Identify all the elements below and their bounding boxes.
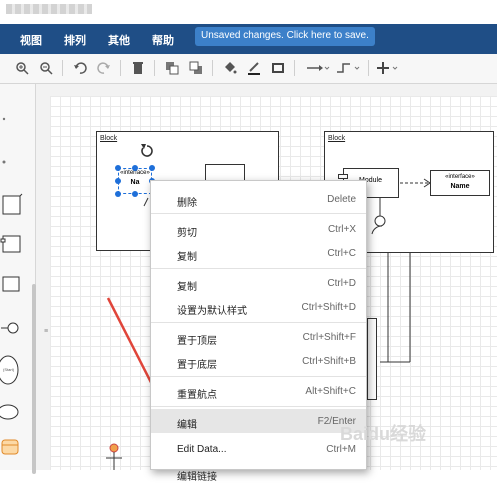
menu-arrange[interactable]: 排列 [64, 32, 86, 48]
menu-item-duplicate[interactable]: 复制 Ctrl+D [151, 271, 366, 295]
shape-component[interactable] [0, 235, 21, 253]
menu-item-label: 编辑链接 [177, 472, 217, 483]
menu-item-cut[interactable]: 剪切 Ctrl+X [151, 217, 366, 241]
shape-lollipop[interactable] [1, 322, 19, 334]
menu-item-clear-waypoints[interactable]: 重置航点 Alt+Shift+C [151, 379, 366, 403]
block-right-label: Block [328, 135, 346, 142]
menu-item-delete[interactable]: 删除 Delete [151, 187, 366, 211]
menu-separator [151, 322, 366, 323]
menu-item-label: 剪切 [177, 228, 197, 239]
menu-item-shortcut: Delete [327, 194, 356, 205]
connection-icon[interactable] [306, 60, 330, 76]
menu-view[interactable]: 视图 [20, 32, 42, 48]
watermark: Baidu经验 [340, 424, 427, 444]
menu-item-shortcut: Ctrl+C [327, 248, 356, 259]
shape-dot[interactable] [2, 160, 6, 164]
interface-right-name: Name [450, 183, 470, 190]
menu-item-shortcut: Ctrl+D [327, 278, 356, 289]
menu-item-label: 置于底层 [177, 360, 217, 371]
menu-item-label: 置于顶层 [177, 336, 217, 347]
shape-palette [0, 117, 23, 455]
shadow-icon[interactable] [270, 60, 286, 76]
undo-icon[interactable] [72, 60, 88, 76]
unsaved-changes-notice[interactable]: Unsaved changes. Click here to save. [195, 27, 375, 46]
menu-item-label: 重置航点 [177, 390, 217, 401]
shape-small-ellipse[interactable] [0, 404, 19, 420]
module-port-top [338, 174, 348, 179]
menu-item-edit-data[interactable]: Edit Data... Ctrl+M [151, 437, 366, 461]
zoom-in-icon[interactable] [14, 60, 30, 76]
shape-sidebar [0, 84, 36, 474]
menu-item-label: 删除 [177, 198, 197, 209]
shape-dot[interactable] [2, 117, 6, 121]
menu-item-edit[interactable]: 编辑 F2/Enter [151, 409, 366, 433]
actor-shape[interactable] [104, 440, 128, 470]
menu-item-label: 设置为默认样式 [177, 306, 247, 317]
shape-ellipse-label: (Start) [3, 367, 15, 372]
menu-item-to-back[interactable]: 置于底层 Ctrl+Shift+B [151, 349, 366, 373]
toolbar [0, 54, 497, 84]
menu-separator [151, 376, 366, 377]
to-back-icon[interactable] [188, 60, 204, 76]
shape-rectangle[interactable] [2, 276, 20, 292]
shape-box-3d[interactable] [2, 193, 23, 215]
context-menu: 删除 Delete 剪切 Ctrl+X 复制 Ctrl+C 复制 Ctrl+D … [150, 180, 367, 483]
menu-item-label: 编辑 [177, 420, 197, 431]
zoom-out-icon[interactable] [38, 60, 54, 76]
menu-item-copy[interactable]: 复制 Ctrl+C [151, 241, 366, 265]
shape-database[interactable] [1, 439, 19, 455]
line-color-icon[interactable] [246, 60, 262, 76]
toolbar-separator [368, 60, 369, 76]
redo-icon[interactable] [96, 60, 112, 76]
menu-item-shortcut: Ctrl+Shift+F [302, 332, 356, 343]
insert-icon[interactable] [376, 60, 400, 76]
title-bar [0, 0, 497, 24]
menu-item-shortcut: Ctrl+Shift+B [302, 356, 356, 367]
menu-item-set-default-style[interactable]: 设置为默认样式 Ctrl+Shift+D [151, 295, 366, 319]
bar-shape[interactable] [367, 318, 377, 400]
to-front-icon[interactable] [164, 60, 180, 76]
toolbar-separator [212, 60, 213, 76]
menu-item-to-front[interactable]: 置于顶层 Ctrl+Shift+F [151, 325, 366, 349]
collapse-handle[interactable]: ≡ [44, 328, 48, 335]
menu-item-label: Edit Data... [177, 444, 227, 455]
menu-separator [151, 268, 366, 269]
delete-icon[interactable] [130, 60, 146, 76]
menu-item-edit-link[interactable]: 编辑链接 [151, 461, 366, 485]
menu-item-label: 复制 [177, 252, 197, 263]
toolbar-separator [294, 60, 295, 76]
toolbar-separator [62, 60, 63, 76]
fill-color-icon[interactable] [222, 60, 238, 76]
blurred-window-title [6, 4, 92, 14]
menu-item-shortcut: Ctrl+Shift+D [301, 302, 356, 313]
menu-item-label: 复制 [177, 282, 197, 293]
menu-separator [151, 213, 366, 214]
toolbar-separator [154, 60, 155, 76]
toolbar-separator [120, 60, 121, 76]
menu-extras[interactable]: 其他 [108, 32, 130, 48]
menu-item-shortcut: Alt+Shift+C [305, 386, 356, 397]
menu-separator [151, 406, 366, 407]
waypoint-icon[interactable] [336, 60, 360, 76]
menu-help[interactable]: 帮助 [152, 32, 174, 48]
menu-item-shortcut: Ctrl+X [327, 224, 356, 235]
